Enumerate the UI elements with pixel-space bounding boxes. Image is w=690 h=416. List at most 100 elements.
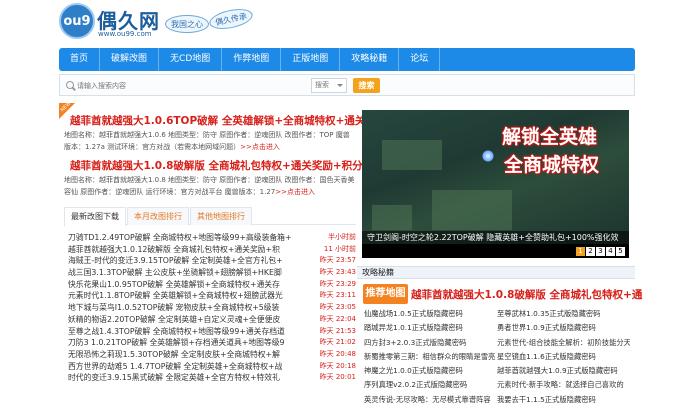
list-item-date: 昨天 20:48 xyxy=(319,349,356,358)
headline-desc-2: 地图名称：越菲酋就越强大1.0.8 地图类型：防守 原图作者：逆魂团队 改图作者… xyxy=(64,174,356,198)
list-item[interactable]: 元素时代1.1.8TOP破解 全英雄解锁+全商城特权+翅膀武器光 昨天 23:11 xyxy=(68,290,356,302)
list-item-title[interactable]: 妖精的物语2.20TOP破解 全定制英雄+自定义灵魂+全便便皮 xyxy=(68,314,318,326)
strategy-link[interactable]: 神魔之光1.0.0正式版隐藏密码 xyxy=(364,364,497,378)
banner-page-3[interactable]: 3 xyxy=(596,247,605,256)
list-item-title[interactable]: 无限恐怖之莉现1.5.30TOP破解 全定制皮肤+全商城特权+解 xyxy=(68,349,318,361)
banner-caption[interactable]: 守卫剑阁-时空之轮2.22TOP破解 隐藏英雄+全赞助礼包+100%强化效 xyxy=(367,232,619,243)
list-item-title[interactable]: 刀防3 1.0.21TOP破解 全英雄解锁+存档通关道具+地图等级9 xyxy=(68,337,318,349)
nav-item-forum[interactable]: 论坛 xyxy=(399,48,441,71)
strategy-link[interactable]: 我要去干1.1.5正式版隐藏密码 xyxy=(497,393,630,407)
list-item-title[interactable]: 时代的变迁3.9.15黑式破解 全限定英雄+全官方特权+特效礼 xyxy=(68,372,318,384)
nav-item-no-cd-maps[interactable]: 无CD地图 xyxy=(159,48,223,71)
strategy-link[interactable]: 元素时代-新手攻略：就选择自己喜欢的 xyxy=(497,378,630,392)
list-item: 英灵传说-无尽攻略：无尽模式靠谱阵容 我要去干1.1.5正式版隐藏密码 xyxy=(364,393,630,407)
tab-latest[interactable]: 最新改图下载 xyxy=(64,207,126,226)
strategy-header xyxy=(357,266,635,279)
strategy-link[interactable]: 星空镜血1.1.6正式版隐藏密码 xyxy=(497,350,630,364)
strategy-title: 攻略秘籍 xyxy=(362,268,394,277)
list-item-date: 昨天 21:53 xyxy=(319,326,356,335)
banner-page-1[interactable]: 1 xyxy=(576,247,585,256)
list-item-date: 昨天 23:11 xyxy=(319,291,356,300)
list-item-date: 昨天 23:57 xyxy=(319,256,356,265)
list-item-title[interactable]: 海贼王-时代的变迁3.9.15TOP破解 全定制英雄+全官方礼包+ xyxy=(68,255,318,267)
list-item[interactable]: 西方世界的劫难5 1.4.7TOP破解 全定制英雄+全商城特权+战 昨天 20:1… xyxy=(68,361,356,373)
list-item-date: 昨天 20:01 xyxy=(319,373,356,382)
strategy-link[interactable]: 英灵传说-无尽攻略：无尽模式靠谱阵容 xyxy=(364,393,497,407)
slogan-bubble-1: 我国之心 xyxy=(165,15,209,33)
list-item: 新蜀推零第三期：相信群众的眼睛是雪亮 星空镜血1.1.6正式版隐藏密码 xyxy=(364,350,630,364)
tab-monthly-rank[interactable]: 本月改图排行 xyxy=(127,207,189,225)
strategy-link[interactable]: 勇者世界1.0.9正式版隐藏密码 xyxy=(497,321,630,335)
list-item-date: 昨天 21:02 xyxy=(319,338,356,347)
strategy-link[interactable]: 新蜀推零第三期：相信群众的眼睛是雪亮 xyxy=(364,350,497,364)
list-item[interactable]: 地下城与菜鸟Ⅰ1.0.52TOP破解 宠物皮肤+全商城特权+5级装 昨天 23:0… xyxy=(68,302,356,314)
list-item-date: 昨天 20:18 xyxy=(319,361,356,370)
tab-other-rank[interactable]: 其他地图排行 xyxy=(190,207,252,225)
search-category-label: 搜索 xyxy=(315,81,329,89)
list-item-date: 半小时前 xyxy=(328,233,356,241)
list-item[interactable]: 至尊之战1.4.3TOP破解 全商城特权+地图等级99+通关存档道 昨天 21:5… xyxy=(68,326,356,338)
list-item[interactable]: 战三国3.1.3TOP破解 主公皮肤+坐骑解锁+翅膀解锁+HKE脚 昨天 23:4… xyxy=(68,267,356,279)
search-button[interactable]: 搜索 xyxy=(353,78,380,93)
nav-item-guides[interactable]: 攻略秘籍 xyxy=(340,48,400,71)
nav-item-cracked-maps[interactable]: 破解改图 xyxy=(100,48,160,71)
list-item-title[interactable]: 至尊之战1.4.3TOP破解 全商城特权+地图等级99+通关存档道 xyxy=(68,326,318,338)
list-item[interactable]: 妖精的物语2.20TOP破解 全定制英雄+自定义灵魂+全便便皮 昨天 22:04 xyxy=(68,314,356,326)
headline-desc-text: 地图名称：越菲酋就越强大1.0.6 地图类型：防守 原图作者：逆魂团队 改图作者… xyxy=(64,131,350,151)
headline-title-2[interactable]: 越菲酋就越强大1.0.8破解版 全商城礼包特权+通关奖励+积分道具 xyxy=(70,158,384,173)
headline-title-1[interactable]: 越菲酋就越强大1.0.6TOP破解 全英雄解锁+全商城特权+通关存档 xyxy=(70,113,386,128)
logo-url: www.ou99.com xyxy=(98,30,152,38)
list-item-title[interactable]: 刀骑TD1.2.49TOP破解 全商城特权+地图等级99+高级装备箱+ xyxy=(68,232,326,244)
headline-more-link[interactable]: >>点击进入 xyxy=(240,143,280,151)
list-item: 四方封3+2.0.3正式版隐藏密码 元素世代-组合技能全解析：初阶技能分天 xyxy=(364,336,630,350)
list-item-title[interactable]: 越菲酋就越强大1.0.12破解版 全商城礼包特权+通关奖励+积 xyxy=(68,244,322,256)
list-item-date: 昨天 22:04 xyxy=(319,314,356,323)
list-item[interactable]: 时代的变迁3.9.15黑式破解 全限定英雄+全官方特权+特效礼 昨天 20:01 xyxy=(68,372,356,384)
search-input[interactable] xyxy=(77,78,309,93)
list-item-title[interactable]: 战三国3.1.3TOP破解 主公皮肤+坐骑解锁+翅膀解锁+HKE脚 xyxy=(68,267,318,279)
headline-desc-1: 地图名称：越菲酋就越强大1.0.6 地图类型：防守 原图作者：逆魂团队 改图作者… xyxy=(64,129,356,153)
list-item-date: 昨天 23:05 xyxy=(319,303,356,312)
banner-headline-2: 全商城特权 xyxy=(504,154,600,176)
list-item-date: 昨天 23:29 xyxy=(319,279,356,288)
headline-more-link[interactable]: >>点击进入 xyxy=(275,188,315,196)
strategy-link[interactable]: 踏城异龙1.0.1正式版隐藏密码 xyxy=(364,321,497,335)
site-logo[interactable]: ou9 偶久网 www.ou99.com xyxy=(59,3,164,39)
list-item-date: 11 小时前 xyxy=(323,244,356,253)
strategy-list: 仙魔战场1.0.5正式版隐藏密码 至尊武林1.0.35正式版隐藏密码 踏城异龙1.… xyxy=(364,307,630,407)
logo-mark: ou9 xyxy=(59,3,95,39)
list-item: 神魔之光1.0.0正式版隐藏密码 越菲酋就越强大1.0.9正式版隐藏密码 xyxy=(364,364,630,378)
recommended-badge: 推荐地图 xyxy=(363,284,408,304)
list-item-title[interactable]: 西方世界的劫难5 1.4.7TOP破解 全定制英雄+全商城特权+战 xyxy=(68,361,318,373)
site-slogan: 我国之心 偶久传承 xyxy=(165,5,255,37)
list-item-title[interactable]: 元素时代1.1.8TOP破解 全英雄解锁+全商城特权+翅膀武器光 xyxy=(68,290,318,302)
nav-item-official-maps[interactable]: 正版地图 xyxy=(281,48,341,71)
download-tabs: 最新改图下载 本月改图排行 其他地图排行 xyxy=(64,207,356,226)
list-item-date: 昨天 23:43 xyxy=(319,268,356,277)
list-item-title[interactable]: 地下城与菜鸟Ⅰ1.0.52TOP破解 宠物皮肤+全商城特权+5级装 xyxy=(68,302,318,314)
list-item[interactable]: 快乐花果山1.0.95TOP破解 全英雄解锁+全商城特权+通关存 昨天 23:29 xyxy=(68,279,356,291)
list-item[interactable]: 刀防3 1.0.21TOP破解 全英雄解锁+存档通关道具+地图等级9 昨天 21:… xyxy=(68,337,356,349)
banner-page-5[interactable]: 5 xyxy=(616,247,625,256)
strategy-link[interactable]: 越菲酋就越强大1.0.9正式版隐藏密码 xyxy=(497,364,630,378)
strategy-link[interactable]: 至尊武林1.0.35正式版隐藏密码 xyxy=(497,307,630,321)
list-item[interactable]: 刀骑TD1.2.49TOP破解 全商城特权+地图等级99+高级装备箱+ 半小时前 xyxy=(68,232,356,244)
list-item[interactable]: 海贼王-时代的变迁3.9.15TOP破解 全定制英雄+全官方礼包+ 昨天 23:5… xyxy=(68,255,356,267)
list-item-title[interactable]: 快乐花果山1.0.95TOP破解 全英雄解锁+全商城特权+通关存 xyxy=(68,279,318,291)
search-category-select[interactable]: 搜索 xyxy=(311,78,347,93)
strategy-link[interactable]: 仙魔战场1.0.5正式版隐藏密码 xyxy=(364,307,497,321)
strategy-link[interactable]: 元素世代-组合技能全解析：初阶技能分天 xyxy=(497,336,630,350)
nav-item-home[interactable]: 首页 xyxy=(59,48,101,71)
strategy-link[interactable]: 序列真理v2.0.2正式版隐藏密码 xyxy=(364,378,497,392)
list-item: 踏城异龙1.0.1正式版隐藏密码 勇者世界1.0.9正式版隐藏密码 xyxy=(364,321,630,335)
nav-item-cheat-maps[interactable]: 作弊地图 xyxy=(222,48,282,71)
strategy-link[interactable]: 四方封3+2.0.3正式版隐藏密码 xyxy=(364,336,497,350)
list-item[interactable]: 无限恐怖之莉现1.5.30TOP破解 全定制皮肤+全商城特权+解 昨天 20:48 xyxy=(68,349,356,361)
download-list: 刀骑TD1.2.49TOP破解 全商城特权+地图等级99+高级装备箱+ 半小时前 … xyxy=(68,232,356,384)
banner-page-4[interactable]: 4 xyxy=(606,247,615,256)
list-item: 序列真理v2.0.2正式版隐藏密码 元素时代-新手攻略：就选择自己喜欢的 xyxy=(364,378,630,392)
strategy-headline[interactable]: 越菲酋就越强大1.0.8破解版 全商城礼包特权+通 xyxy=(411,287,642,302)
slogan-bubble-2: 偶久传承 xyxy=(207,5,255,33)
banner-page-2[interactable]: 2 xyxy=(586,247,595,256)
list-item[interactable]: 越菲酋就越强大1.0.12破解版 全商城礼包特权+通关奖励+积 11 小时前 xyxy=(68,244,356,256)
